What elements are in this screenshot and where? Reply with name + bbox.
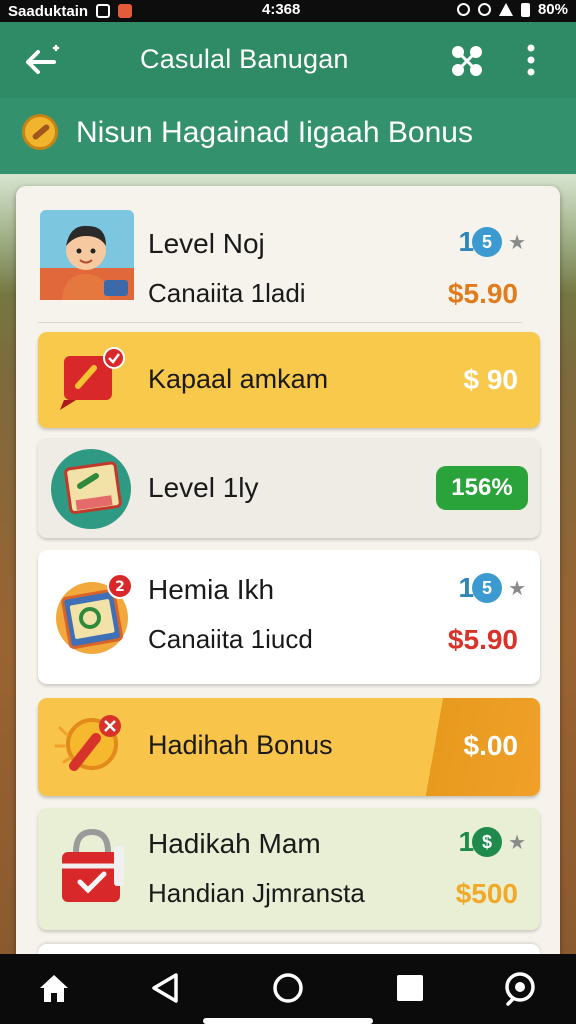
app-bar: Casulal Banugan: [0, 22, 576, 98]
page-title: Casulal Banugan: [140, 44, 349, 74]
shopping-bag-icon: [62, 828, 124, 902]
signal-icon: [498, 3, 513, 16]
home-icon[interactable]: [36, 970, 72, 1006]
home-circle-icon[interactable]: [270, 970, 306, 1006]
notification-icon: [96, 4, 111, 18]
bonus-banner[interactable]: Nisun Hagainad Iigaah Bonus: [0, 98, 576, 174]
item-price: $.00: [463, 730, 519, 761]
svg-text:2: 2: [115, 579, 125, 595]
status-bar: Saaduktain 4:368 80%: [0, 0, 576, 22]
item-title: Hadihah Bonus: [148, 730, 333, 760]
rewards-list: Level Noj Canaiita 1ladi 1 5 ★ $5.90 Kap…: [16, 186, 560, 966]
calendar-book-icon: [51, 449, 131, 529]
item-rating: 1 5 ★: [458, 572, 526, 604]
wifi-icon: [477, 3, 491, 16]
star-icon: ★: [508, 231, 526, 254]
list-item-hemia[interactable]: 2 Hemia Ikh Canaiita 1iucd 1 5 ★ $5.90: [38, 550, 540, 684]
assistant-icon[interactable]: [502, 970, 538, 1006]
list-item-level-noj[interactable]: Level Noj Canaiita 1ladi 1 5 ★ $5.90: [38, 200, 540, 310]
item-title: Kapaal amkam: [148, 364, 329, 394]
item-price: $500: [455, 878, 518, 909]
percent-badge: 156%: [436, 466, 528, 510]
rating-badge: $: [472, 827, 503, 857]
carrier-label: Saaduktain: [8, 2, 89, 20]
recents-square-icon[interactable]: [392, 970, 428, 1006]
trophy-gift-icon: [54, 715, 121, 771]
divider: [38, 322, 522, 323]
item-title: Level 1ly: [148, 472, 259, 503]
battery-icon: [520, 2, 530, 17]
item-price: $5.90: [447, 624, 518, 655]
alarm-icon: [456, 3, 470, 16]
ticket-gift-icon: [60, 347, 125, 410]
back-arrow-icon[interactable]: [24, 42, 64, 78]
item-title: Hadikah Mam: [148, 828, 321, 859]
battery-percent: 80%: [537, 1, 568, 18]
clock: 4:368: [262, 1, 301, 18]
star-icon: ★: [508, 831, 526, 854]
calendar-badge-icon: 2: [56, 573, 133, 654]
coin-icon: [22, 114, 58, 150]
list-item-level-1ly[interactable]: Level 1ly 156%: [38, 438, 540, 538]
home-indicator: [203, 1018, 373, 1024]
banner-text: Nisun Hagainad Iigaah Bonus: [76, 116, 473, 149]
share-icon[interactable]: [448, 42, 486, 80]
back-triangle-icon[interactable]: [148, 970, 184, 1006]
item-subtitle: Canaiita 1ladi: [148, 278, 306, 308]
item-rating: 1 $ ★: [458, 826, 526, 858]
item-subtitle: Canaiita 1iucd: [148, 624, 313, 654]
system-nav-bar: [0, 954, 576, 1024]
list-item-hadikah-mam[interactable]: Hadikah Mam Handian Jjmransta 1 $ ★ $500: [38, 808, 540, 930]
item-subtitle: Handian Jjmransta: [148, 878, 365, 908]
item-title: Hemia Ikh: [148, 574, 275, 605]
more-vert-icon[interactable]: [520, 42, 542, 78]
list-item-kapaal[interactable]: Kapaal amkam $ 90: [38, 332, 540, 428]
avatar-boy-icon: [40, 210, 134, 300]
star-icon: ★: [508, 577, 526, 600]
item-title: Level Noj: [148, 228, 265, 259]
rating-badge: 5: [472, 227, 503, 257]
item-rating: 1 5 ★: [458, 226, 526, 258]
rating-badge: 5: [472, 573, 503, 603]
app-notification-icon: [118, 4, 133, 18]
item-price: $ 90: [463, 364, 519, 395]
list-item-hadihah-bonus[interactable]: Hadihah Bonus $.00: [38, 698, 540, 796]
item-price: $5.90: [447, 278, 518, 309]
